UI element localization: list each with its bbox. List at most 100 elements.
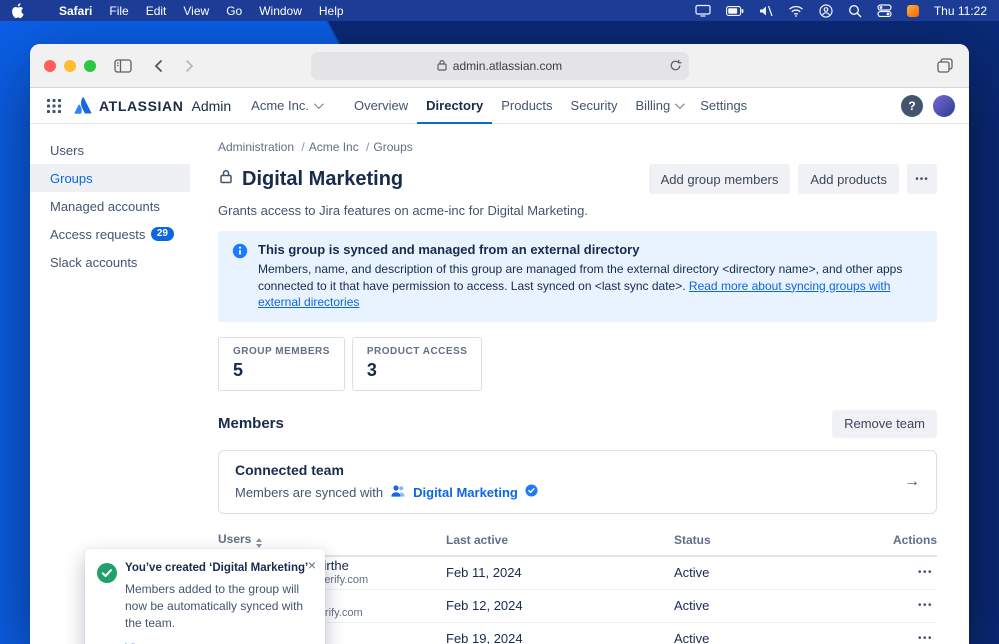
help-button[interactable]: ? xyxy=(901,94,923,117)
nav-item[interactable]: Security xyxy=(562,88,627,124)
table-row: Bennie Swift bswift@prosperify.com Feb 1… xyxy=(218,590,937,623)
spotlight-search-icon[interactable] xyxy=(848,4,862,18)
info-icon xyxy=(232,243,248,311)
menu-bar-item[interactable]: Safari xyxy=(59,4,92,18)
control-center-icon[interactable] xyxy=(877,4,892,17)
last-active-cell: Feb 11, 2024 xyxy=(446,565,522,581)
status-cell: Active xyxy=(674,565,710,581)
mute-icon[interactable] xyxy=(759,5,773,17)
brand-suffix: Admin xyxy=(191,97,232,114)
nav-item[interactable]: Overview xyxy=(345,88,417,124)
weather-icon[interactable] xyxy=(906,4,919,17)
sidebar-item-label: Slack accounts xyxy=(50,254,138,270)
sidebar-item[interactable]: Groups xyxy=(30,164,190,192)
sync-info-banner: This group is synced and managed from an… xyxy=(218,231,937,322)
add-products-button[interactable]: Add products xyxy=(798,164,899,194)
tls-lock-icon xyxy=(437,59,447,74)
page-title: Digital Marketing xyxy=(242,167,404,190)
nav-item-label: Directory xyxy=(426,98,484,113)
banner-title: This group is synced and managed from an… xyxy=(258,242,640,257)
nav-item[interactable]: Billing xyxy=(627,88,692,124)
menu-bar-item[interactable]: Go xyxy=(226,4,242,18)
sidebar-item[interactable]: Users xyxy=(30,136,190,164)
last-active-cell: Feb 19, 2024 xyxy=(446,631,523,644)
nav-item-label: Billing xyxy=(635,98,671,113)
sidebar-item[interactable]: Access requests 29 xyxy=(30,220,190,248)
menu-bar-item[interactable]: Help xyxy=(319,4,344,18)
chevron-down-icon xyxy=(313,99,324,110)
nav-item[interactable]: Directory xyxy=(417,88,493,124)
sort-icon xyxy=(256,537,263,548)
close-window-button[interactable] xyxy=(44,59,56,72)
breadcrumb-link[interactable]: Acme Inc xyxy=(309,140,370,154)
user-menu-icon[interactable] xyxy=(819,3,833,18)
last-active-cell: Feb 12, 2024 xyxy=(446,598,523,614)
stat-cards: GROUP MEMBERS 5 PRODUCT ACCESS 3 xyxy=(218,336,937,391)
table-header: Users Last active Status Actions xyxy=(218,527,937,557)
tab-overview-icon[interactable] xyxy=(935,56,955,75)
menu-bar-item[interactable]: File xyxy=(109,4,128,18)
remove-team-button[interactable]: Remove team xyxy=(832,409,937,438)
status-cell: Active xyxy=(674,598,710,614)
stat-value: 5 xyxy=(233,359,244,380)
members-table: Users Last active Status Actions Alexand… xyxy=(218,527,937,644)
team-icon xyxy=(390,483,406,502)
window-controls xyxy=(44,59,96,72)
sidebar-item[interactable]: Slack accounts xyxy=(30,248,190,276)
row-actions-button[interactable]: ••• xyxy=(914,596,937,615)
apple-menu-icon[interactable] xyxy=(12,3,25,18)
sidebar-item[interactable]: Managed accounts xyxy=(30,192,190,220)
battery-icon[interactable] xyxy=(725,5,744,16)
brand-name: ATLASSIAN xyxy=(99,97,184,114)
add-group-members-button[interactable]: Add group members xyxy=(648,164,791,194)
menu-bar-clock[interactable]: Thu 11:22 xyxy=(934,4,987,18)
atlassian-logo[interactable]: ATLASSIAN Admin xyxy=(74,96,231,115)
column-last-active: Last active xyxy=(446,532,509,547)
chevron-down-icon xyxy=(675,99,686,110)
zoom-window-button[interactable] xyxy=(84,59,96,72)
row-actions-button[interactable]: ••• xyxy=(914,629,937,644)
sidebar-toggle-button[interactable] xyxy=(112,57,134,75)
column-users[interactable]: Users xyxy=(218,532,446,548)
refresh-icon[interactable] xyxy=(669,59,682,72)
more-actions-button[interactable]: ••• xyxy=(907,164,937,194)
url-text: admin.atlassian.com xyxy=(452,59,563,73)
toast-close-icon[interactable]: × xyxy=(308,558,316,572)
stat-label: GROUP MEMBERS xyxy=(233,345,330,357)
forward-button[interactable] xyxy=(183,57,196,75)
nav-item-label: Security xyxy=(570,98,618,113)
admin-nav: Overview Directory Products Security Bil… xyxy=(345,88,756,124)
menu-items: Safari File Edit View Go Window Help xyxy=(59,4,344,18)
page-description: Grants access to Jira features on acme-i… xyxy=(218,203,588,218)
nav-item-label: Settings xyxy=(700,98,748,113)
menu-bar-item[interactable]: Window xyxy=(259,4,302,18)
column-users-label: Users xyxy=(218,531,252,546)
menu-bar-item[interactable]: Edit xyxy=(146,4,167,18)
success-toast: You’ve created ‘Digital Marketing’ × Mem… xyxy=(85,549,325,644)
safari-window: admin.atlassian.com ATLASSIAN Admin Acme… xyxy=(30,44,969,644)
org-switcher[interactable]: Acme Inc. xyxy=(251,98,324,113)
profile-avatar[interactable] xyxy=(933,94,955,117)
members-heading: Members xyxy=(218,415,284,433)
menu-bar-item[interactable]: View xyxy=(183,4,209,18)
connected-team-name[interactable]: Digital Marketing xyxy=(413,485,518,500)
wifi-icon[interactable] xyxy=(788,5,804,17)
verified-icon xyxy=(525,484,538,500)
row-actions-button[interactable]: ••• xyxy=(914,563,937,582)
minimize-window-button[interactable] xyxy=(64,59,76,72)
nav-item[interactable]: Products xyxy=(492,88,561,124)
address-bar[interactable]: admin.atlassian.com xyxy=(310,52,689,80)
breadcrumb-link[interactable]: Groups xyxy=(373,140,412,154)
back-button[interactable] xyxy=(152,57,165,75)
column-status: Status xyxy=(674,532,711,547)
nav-item-label: Products xyxy=(501,98,553,113)
banner-body: Members, name, and description of this g… xyxy=(258,261,918,311)
org-name: Acme Inc. xyxy=(251,98,309,113)
browser-toolbar: admin.atlassian.com xyxy=(30,44,969,88)
display-icon[interactable] xyxy=(695,4,711,17)
open-team-arrow-icon[interactable]: → xyxy=(904,473,920,491)
lock-icon xyxy=(218,168,234,190)
nav-item[interactable]: Settings xyxy=(691,88,756,124)
breadcrumb-link[interactable]: Administration xyxy=(218,140,305,154)
app-switcher-icon[interactable] xyxy=(44,96,64,116)
